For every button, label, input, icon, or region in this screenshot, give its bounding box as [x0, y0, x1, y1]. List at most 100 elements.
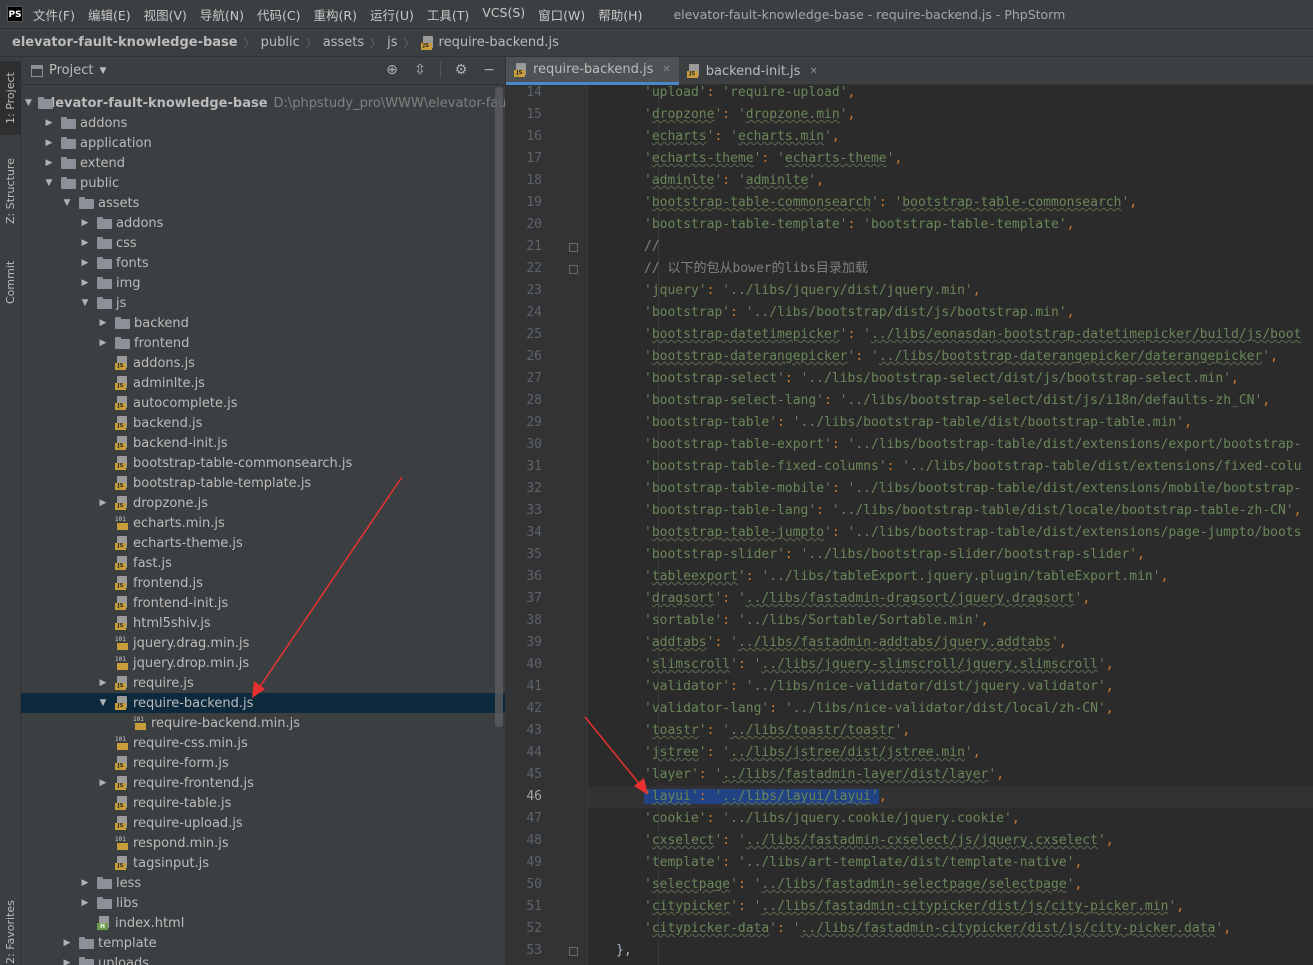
tree-file-item[interactable]: ▶require-form.js	[21, 753, 505, 773]
code-line[interactable]: 'slimscroll': '../libs/jquery-slimscroll…	[588, 654, 1313, 676]
code-line[interactable]: 'jquery': '../libs/jquery/dist/jquery.mi…	[588, 280, 1313, 302]
project-tree-scrollbar[interactable]	[495, 87, 503, 727]
code-line[interactable]: 'bootstrap': '../libs/bootstrap/dist/js/…	[588, 302, 1313, 324]
expand-arrow-closed-icon[interactable]: ▶	[79, 878, 91, 888]
tree-folder-item[interactable]: ▼ elevator-fault-knowledge-base D:\phpstud…	[21, 93, 505, 113]
tree-file-item[interactable]: ▶ require-frontend.js	[21, 773, 505, 793]
tree-file-item[interactable]: ▶jquery.drag.min.js	[21, 633, 505, 653]
menu-item[interactable]: 工具(T)	[427, 5, 469, 24]
tree-folder-item[interactable]: ▶ css	[21, 233, 505, 253]
tree-file-item[interactable]: ▶bootstrap-table-template.js	[21, 473, 505, 493]
expand-arrow-open-icon[interactable]: ▼	[61, 198, 73, 208]
expand-arrow-closed-icon[interactable]: ▶	[79, 898, 91, 908]
tree-folder-item[interactable]: ▶ fonts	[21, 253, 505, 273]
tree-file-item[interactable]: ▶backend.js	[21, 413, 505, 433]
code-line[interactable]: 'validator-lang': '../libs/nice-validato…	[588, 698, 1313, 720]
menu-item[interactable]: VCS(S)	[482, 5, 525, 24]
tool-tab-favorites[interactable]: 2: Favorites	[0, 899, 21, 965]
expand-arrow-open-icon[interactable]: ▼	[97, 698, 109, 708]
expand-arrow-open-icon[interactable]: ▼	[43, 178, 55, 188]
collapse-all-icon[interactable]: ⇳	[412, 62, 428, 78]
tree-file-item[interactable]: ▼ require-backend.js	[21, 693, 505, 713]
tree-file-item[interactable]: ▶addons.js	[21, 353, 505, 373]
code-line[interactable]: 'bootstrap-daterangepicker': '../libs/bo…	[588, 346, 1313, 368]
tree-file-item[interactable]: ▶autocomplete.js	[21, 393, 505, 413]
expand-arrow-open-icon[interactable]: ▼	[25, 98, 32, 108]
code-line[interactable]: 'bootstrap-table-jumpto': '../libs/boots…	[588, 522, 1313, 544]
code-line[interactable]: 'bootstrap-slider': '../libs/bootstrap-s…	[588, 544, 1313, 566]
tree-file-item[interactable]: ▶require-upload.js	[21, 813, 505, 833]
fold-marker-icon[interactable]	[569, 265, 578, 274]
gear-icon[interactable]: ⚙	[453, 62, 469, 78]
tree-folder-item[interactable]: ▶ libs	[21, 893, 505, 913]
code-line[interactable]: 'bootstrap-table-export': '../libs/boots…	[588, 434, 1313, 456]
project-view-selector[interactable]: Project	[49, 63, 93, 78]
expand-arrow-closed-icon[interactable]: ▶	[79, 258, 91, 268]
tree-file-item[interactable]: ▶adminlte.js	[21, 373, 505, 393]
tree-file-item[interactable]: ▶ require.js	[21, 673, 505, 693]
breadcrumb-item-js[interactable]: js	[387, 35, 397, 50]
menu-item[interactable]: 文件(F)	[33, 5, 75, 24]
tree-folder-item[interactable]: ▶ addons	[21, 213, 505, 233]
tree-file-item[interactable]: ▶require-table.js	[21, 793, 505, 813]
code-line[interactable]: 'bootstrap-table-mobile': '../libs/boots…	[588, 478, 1313, 500]
tree-folder-item[interactable]: ▼ assets	[21, 193, 505, 213]
close-icon[interactable]: ✕	[809, 66, 817, 77]
locate-file-icon[interactable]: ⊕	[384, 62, 400, 78]
tree-folder-item[interactable]: ▶ img	[21, 273, 505, 293]
code-line[interactable]: 'bootstrap-table-template': 'bootstrap-t…	[588, 214, 1313, 236]
code-line[interactable]: 'bootstrap-table-lang': '../libs/bootstr…	[588, 500, 1313, 522]
chevron-down-icon[interactable]: ▼	[99, 66, 106, 76]
code-line[interactable]: 'echarts-theme': 'echarts-theme',	[588, 148, 1313, 170]
menu-item[interactable]: 导航(N)	[200, 5, 244, 24]
code-line[interactable]: 'addtabs': '../libs/fastadmin-addtabs/jq…	[588, 632, 1313, 654]
code-line[interactable]: 'sortable': '../libs/Sortable/Sortable.m…	[588, 610, 1313, 632]
tree-file-item[interactable]: ▶html5shiv.js	[21, 613, 505, 633]
code-line[interactable]: 'dragsort': '../libs/fastadmin-dragsort/…	[588, 588, 1313, 610]
code-line[interactable]: 'adminlte': 'adminlte',	[588, 170, 1313, 192]
breadcrumb-item-file[interactable]: require-backend.js	[439, 35, 559, 50]
code-line[interactable]: 'citypicker': '../libs/fastadmin-citypic…	[588, 896, 1313, 918]
tree-file-item[interactable]: ▶echarts-theme.js	[21, 533, 505, 553]
tree-folder-item[interactable]: ▶ application	[21, 133, 505, 153]
menu-item[interactable]: 代码(C)	[257, 5, 300, 24]
tree-file-item[interactable]: ▶backend-init.js	[21, 433, 505, 453]
tree-file-item[interactable]: ▶respond.min.js	[21, 833, 505, 853]
tree-folder-item[interactable]: ▼ public	[21, 173, 505, 193]
tree-file-item[interactable]: ▶jquery.drop.min.js	[21, 653, 505, 673]
expand-arrow-closed-icon[interactable]: ▶	[43, 158, 55, 168]
expand-arrow-closed-icon[interactable]: ▶	[79, 238, 91, 248]
code-line[interactable]: // 以下的包从bower的libs目录加载	[588, 258, 1313, 280]
tree-folder-item[interactable]: ▶ addons	[21, 113, 505, 133]
code-line[interactable]: },	[588, 940, 1313, 962]
editor-tab-backend-init[interactable]: backend-init.js ✕	[679, 57, 826, 85]
expand-arrow-closed-icon[interactable]: ▶	[43, 118, 55, 128]
code-line[interactable]: 'validator': '../libs/nice-validator/dis…	[588, 676, 1313, 698]
breadcrumb-item-assets[interactable]: assets	[323, 35, 364, 50]
code-line[interactable]: 'cxselect': '../libs/fastadmin-cxselect/…	[588, 830, 1313, 852]
expand-arrow-closed-icon[interactable]: ▶	[61, 958, 73, 965]
code-line[interactable]: 'bootstrap-table-fixed-columns': '../lib…	[588, 456, 1313, 478]
code-line[interactable]: 'echarts': 'echarts.min',	[588, 126, 1313, 148]
close-icon[interactable]: ✕	[662, 64, 670, 75]
expand-arrow-closed-icon[interactable]: ▶	[97, 678, 109, 688]
tree-folder-item[interactable]: ▶ less	[21, 873, 505, 893]
tree-folder-item[interactable]: ▶ frontend	[21, 333, 505, 353]
code-line[interactable]: 'bootstrap-select': '../libs/bootstrap-s…	[588, 368, 1313, 390]
tree-file-item[interactable]: ▶require-backend.min.js	[21, 713, 505, 733]
code-line[interactable]: 'layer': '../libs/fastadmin-layer/dist/l…	[588, 764, 1313, 786]
line-number-gutter[interactable]: 14 15 16 17 18 19 20 21 22 23 24 25 26 27 28 29 30 31 32 33…	[506, 85, 599, 965]
expand-arrow-open-icon[interactable]: ▼	[79, 298, 91, 308]
expand-arrow-closed-icon[interactable]: ▶	[43, 138, 55, 148]
tree-folder-item[interactable]: ▶ uploads	[21, 953, 505, 965]
code-line[interactable]: 'dropzone': 'dropzone.min',	[588, 104, 1313, 126]
expand-arrow-closed-icon[interactable]: ▶	[97, 318, 109, 328]
code-line[interactable]: 'cookie': '../libs/jquery.cookie/jquery.…	[588, 808, 1313, 830]
tree-file-item[interactable]: ▶ dropzone.js	[21, 493, 505, 513]
tree-folder-item[interactable]: ▶ backend	[21, 313, 505, 333]
tree-file-item[interactable]: ▶bootstrap-table-commonsearch.js	[21, 453, 505, 473]
fold-marker-icon[interactable]	[569, 947, 578, 956]
expand-arrow-closed-icon[interactable]: ▶	[79, 278, 91, 288]
menu-item[interactable]: 窗口(W)	[538, 5, 585, 24]
code-line[interactable]: 'upload': 'require-upload',	[588, 85, 1313, 104]
